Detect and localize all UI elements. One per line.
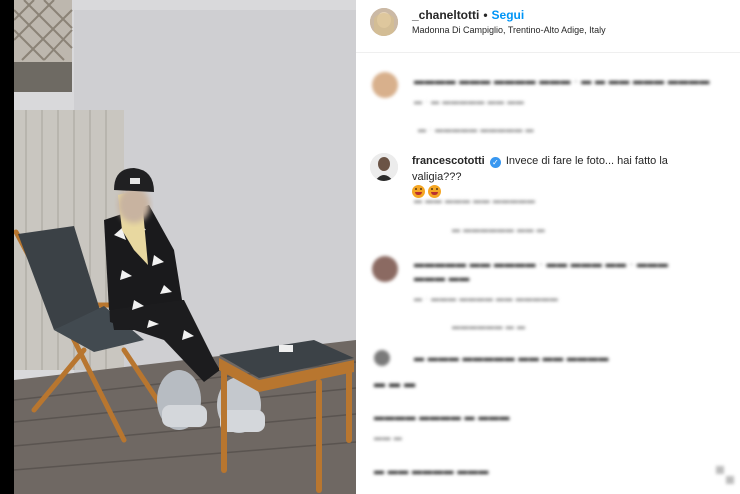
blurred-comment: ▬▬▬▬ ▬▬▬ ▬▬▬▬ ▬▬▬ · ▬ ▬ ▬▬ ▬▬▬ ▬▬▬▬ — [414, 76, 710, 87]
comment-body: francescototti ✓ Invece di fare le foto.… — [412, 153, 712, 201]
post-photo[interactable] — [14, 0, 356, 494]
author-avatar[interactable] — [370, 8, 398, 36]
location-link[interactable]: Madonna Di Campiglio, Trentino-Alto Adig… — [412, 25, 606, 35]
blurred-meta: ▬ ▬▬ ▬▬▬ ▬▬ ▬▬▬▬▬ — [414, 196, 536, 205]
header-divider — [356, 52, 740, 53]
post-header: _chaneltotti • Segui Madonna Di Campiglio,… — [356, 0, 740, 44]
blurred-replies: ▬▬▬▬▬▬ ▬ ▬ — [452, 322, 526, 331]
blurred-comment: ▬▬▬▬▬ ▬▬ ▬▬▬▬ · ▬▬ ▬▬▬ ▬▬ · ▬▬▬ — [414, 259, 669, 270]
blurred-comment: ▬ ▬ ▬ — [374, 378, 416, 390]
comments-panel: _chaneltotti • Segui Madonna Di Campiglio,… — [356, 0, 740, 494]
commenter-avatar[interactable] — [370, 153, 398, 181]
blurred-meta: ▬ · ▬▬▬ ▬▬▬▬ ▬▬ ▬▬▬▬▬ — [414, 294, 559, 303]
verified-badge-icon: ✓ — [489, 157, 501, 168]
blurred-replies: ▬ ▬▬▬▬▬▬ ▬▬ ▬ — [452, 225, 546, 234]
author-line: _chaneltotti • Segui — [412, 8, 524, 22]
avatar-image — [370, 153, 398, 181]
blurred-avatar — [374, 350, 390, 366]
left-margin — [0, 0, 14, 494]
blurred-comment: ▬ ▬▬▬ ▬▬▬▬▬ ▬▬ ▬▬ ▬▬▬▬ — [414, 353, 609, 364]
avatar-image — [370, 8, 398, 36]
blurred-meta: ▬ · ▬ ▬▬▬▬▬ ▬▬ ▬▬ — [414, 97, 525, 106]
blurred-corner-icon — [716, 466, 734, 484]
blurred-meta: ▬▬ ▬ — [374, 433, 403, 442]
blurred-comment: ▬▬▬▬ ▬▬▬▬ ▬ ▬▬▬ — [374, 412, 510, 423]
blurred-comment: ▬▬▬ ▬▬ — [414, 273, 470, 284]
blurred-replies: ▬ · ▬▬▬▬▬ ▬▬▬▬▬ ▬ — [418, 125, 535, 134]
separator-dot: • — [483, 8, 488, 22]
photo-illustration — [14, 0, 356, 494]
blurred-avatar — [372, 72, 398, 98]
blurred-comment: ▬ ▬▬ ▬▬▬▬ ▬▬▬ — [374, 466, 489, 477]
follow-button[interactable]: Segui — [492, 8, 525, 22]
commenter-username[interactable]: francescototti — [412, 155, 485, 167]
author-username[interactable]: _chaneltotti — [412, 8, 479, 22]
blurred-avatar — [372, 256, 398, 282]
